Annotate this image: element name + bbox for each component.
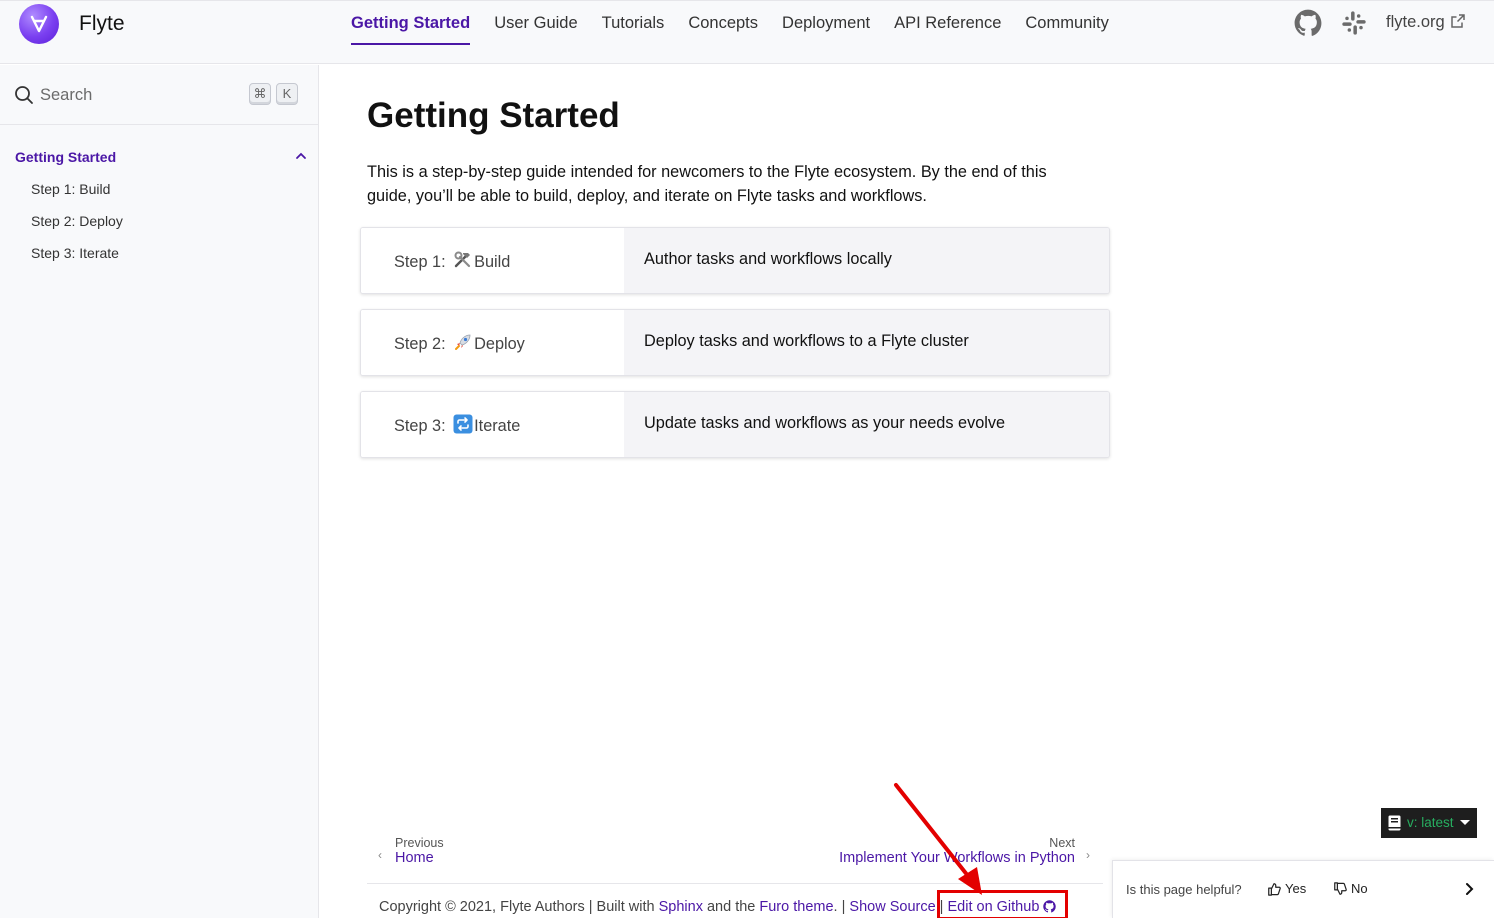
step-label: Step 3: Iterate xyxy=(394,414,520,436)
sphinx-link[interactable]: Sphinx xyxy=(659,899,703,915)
external-link-icon xyxy=(1451,14,1466,28)
sidebar-search[interactable]: ⌘ K xyxy=(0,65,318,125)
version-selector[interactable]: v: latest xyxy=(1381,808,1477,838)
step-card-build[interactable]: Step 1: Build Author tasks and workflows… xyxy=(360,227,1110,294)
top-header: Flyte Getting Started User Guide Tutoria… xyxy=(0,0,1494,64)
footer-divider xyxy=(367,883,1103,884)
nav-deployment[interactable]: Deployment xyxy=(782,1,870,45)
nav-community[interactable]: Community xyxy=(1025,1,1108,45)
furo-theme-link[interactable]: Furo theme xyxy=(759,899,833,915)
repeat-icon xyxy=(453,414,473,434)
feedback-yes-button[interactable]: Yes xyxy=(1267,881,1306,896)
prev-label: Previous xyxy=(395,836,444,850)
chevron-right-icon[interactable] xyxy=(1463,882,1475,896)
feedback-no-label[interactable]: No xyxy=(1351,881,1368,896)
sidebar-item-step1[interactable]: Step 1: Build xyxy=(31,181,110,197)
prev-page-link[interactable]: Previous Home xyxy=(395,836,444,866)
feedback-no-button[interactable]: No xyxy=(1333,881,1368,896)
prev-title[interactable]: Home xyxy=(395,850,444,866)
rocket-icon xyxy=(455,334,471,350)
chevron-left-icon[interactable]: ‹ xyxy=(378,848,382,862)
step-card-left: Step 3: Iterate xyxy=(361,392,624,457)
kbd-cmd: ⌘ xyxy=(249,83,271,105)
thumbs-up-icon xyxy=(1268,882,1281,896)
kbd-k: K xyxy=(276,83,298,105)
flyte-logo-icon[interactable] xyxy=(19,4,59,44)
nav-getting-started[interactable]: Getting Started xyxy=(351,1,471,45)
flyte-org-label[interactable]: flyte.org xyxy=(1386,13,1445,31)
github-icon[interactable] xyxy=(1294,9,1322,37)
step-prefix: Step 3: xyxy=(394,417,446,435)
sidebar-item-step3[interactable]: Step 3: Iterate xyxy=(31,245,119,261)
chevron-up-icon[interactable] xyxy=(295,151,307,161)
footer-copyright: Copyright © 2021, Flyte Authors | Built … xyxy=(379,899,659,915)
page-title: Getting Started xyxy=(367,96,620,135)
step-prefix: Step 1: xyxy=(394,253,446,271)
chevron-right-icon[interactable]: › xyxy=(1086,848,1090,862)
step-description: Author tasks and workflows locally xyxy=(644,250,892,268)
show-source-link[interactable]: Show Source xyxy=(849,899,935,915)
nav-concepts[interactable]: Concepts xyxy=(688,1,758,45)
top-nav: Getting Started User Guide Tutorials Con… xyxy=(351,1,1133,45)
nav-api-reference[interactable]: API Reference xyxy=(894,1,1001,45)
sidebar: ⌘ K Getting Started Step 1: Build Step 2… xyxy=(0,65,319,918)
step-description: Deploy tasks and workflows to a Flyte cl… xyxy=(644,332,969,350)
version-label: v: latest xyxy=(1407,815,1454,830)
caret-down-icon xyxy=(1460,820,1470,825)
step-name: Deploy xyxy=(474,335,525,353)
hammer-and-wrench-icon xyxy=(454,251,471,268)
book-icon xyxy=(1388,815,1401,831)
feedback-question: Is this page helpful? xyxy=(1126,882,1242,897)
footer-text: . | xyxy=(833,899,850,915)
slack-icon[interactable] xyxy=(1340,9,1368,37)
step-description: Update tasks and workflows as your needs… xyxy=(644,414,1006,432)
thumbs-down-icon xyxy=(1334,881,1347,895)
step-card-iterate[interactable]: Step 3: Iterate Update tasks and workflo… xyxy=(360,391,1110,458)
step-label: Step 1: Build xyxy=(394,250,510,272)
step-card-left: Step 2: Deploy xyxy=(361,310,624,375)
step-prefix: Step 2: xyxy=(394,335,446,353)
next-title[interactable]: Implement Your Workflows in Python xyxy=(839,850,1075,866)
step-name: Build xyxy=(474,253,511,271)
sidebar-item-step2[interactable]: Step 2: Deploy xyxy=(31,213,123,229)
step-card-left: Step 1: Build xyxy=(361,228,624,293)
intro-paragraph: This is a step-by-step guide intended fo… xyxy=(367,163,1047,205)
search-icon xyxy=(15,86,33,104)
step-card-right: Update tasks and workflows as your needs… xyxy=(624,392,1109,457)
nav-user-guide[interactable]: User Guide xyxy=(494,1,577,45)
step-card-deploy[interactable]: Step 2: Deploy Deploy tasks and workflow… xyxy=(360,309,1110,376)
step-label: Step 2: Deploy xyxy=(394,332,525,354)
feedback-yes-label[interactable]: Yes xyxy=(1285,881,1306,896)
step-card-right: Deploy tasks and workflows to a Flyte cl… xyxy=(624,310,1109,375)
flyte-org-link[interactable]: flyte.org xyxy=(1386,13,1466,32)
next-label: Next xyxy=(1049,836,1075,850)
brand-name[interactable]: Flyte xyxy=(79,12,125,36)
step-name: Iterate xyxy=(474,417,521,435)
feedback-widget: Is this page helpful? Yes No xyxy=(1112,860,1494,918)
search-input[interactable] xyxy=(40,84,240,106)
sidebar-section-getting-started[interactable]: Getting Started xyxy=(15,149,116,165)
step-card-right: Author tasks and workflows locally xyxy=(624,228,1109,293)
footer-text: and the xyxy=(702,899,760,915)
next-page-link[interactable]: Next Implement Your Workflows in Python xyxy=(839,836,1075,866)
nav-tutorials[interactable]: Tutorials xyxy=(602,1,665,45)
edit-github-highlight-box xyxy=(937,890,1068,918)
